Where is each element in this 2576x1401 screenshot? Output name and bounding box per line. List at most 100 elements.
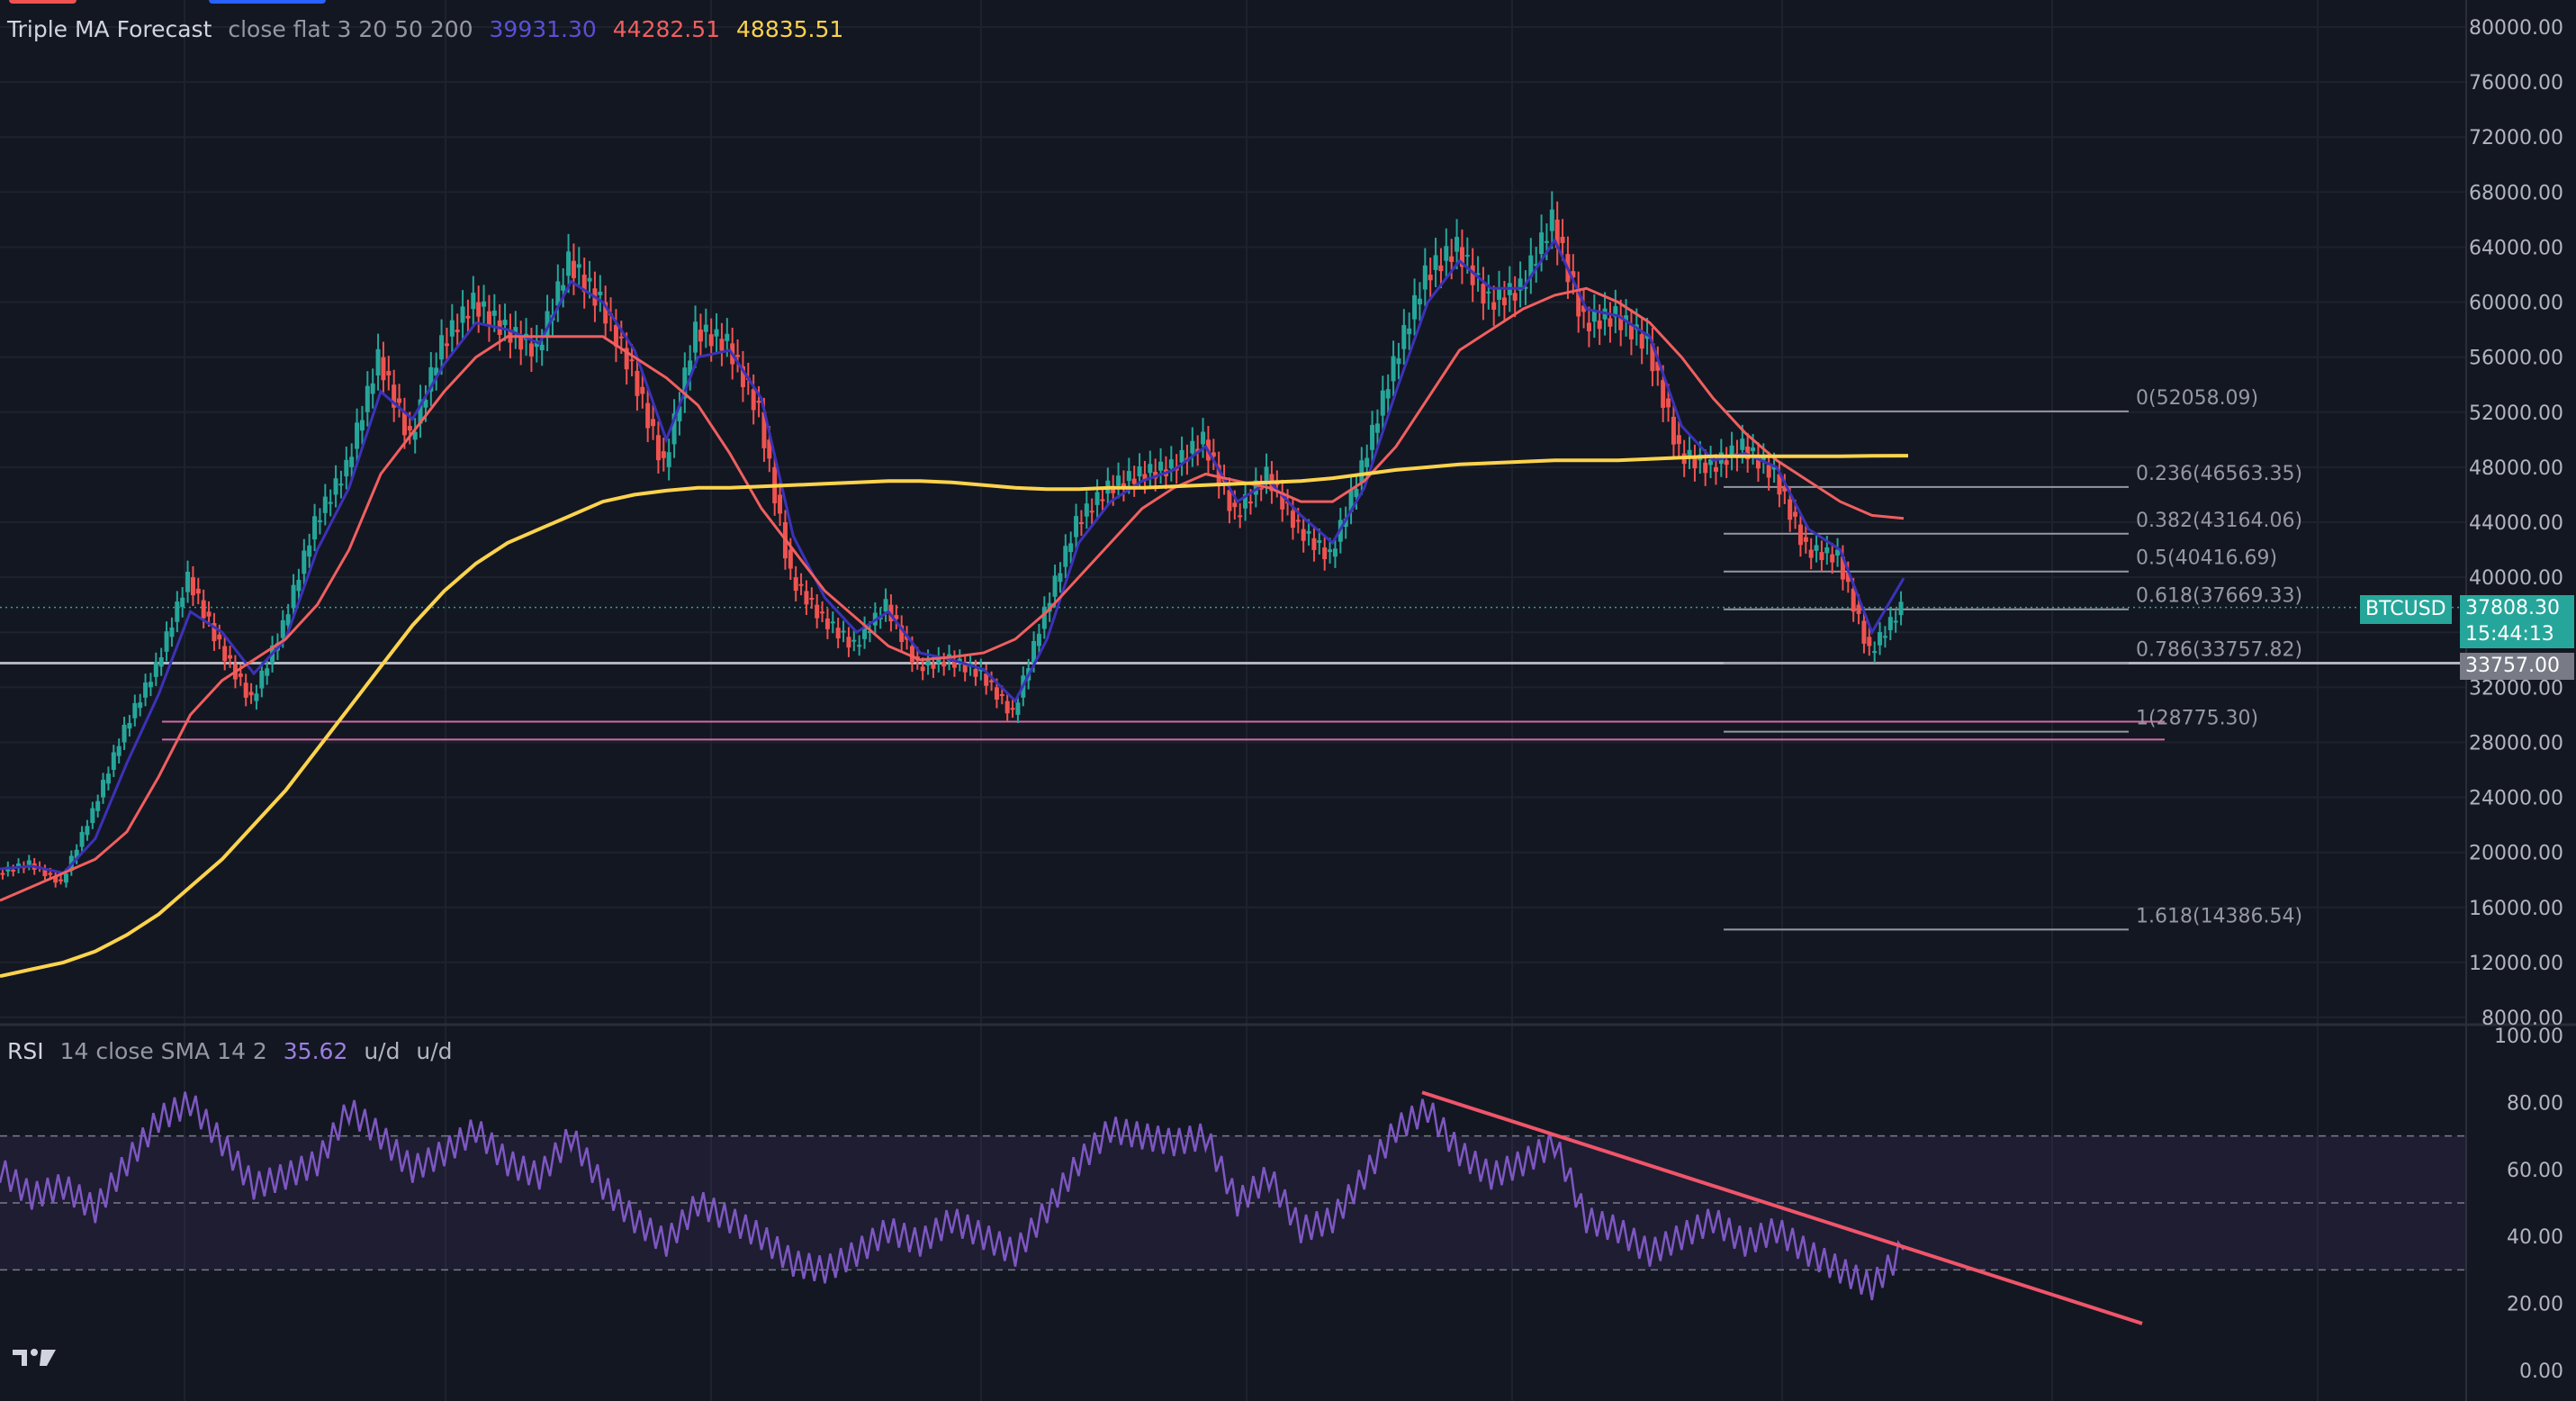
- candle-body: [655, 435, 661, 461]
- candle-body: [280, 619, 285, 638]
- candle-body: [1328, 549, 1333, 553]
- candle-body: [407, 426, 412, 431]
- price-axis-tick: 44000.00: [2469, 512, 2563, 535]
- candle-body: [1692, 457, 1698, 469]
- rsi-axis-tick: 40.00: [2507, 1226, 2563, 1249]
- candle-body: [397, 398, 402, 403]
- tradingview-logo-icon[interactable]: [11, 1344, 58, 1371]
- price-axis-tick: 60000.00: [2469, 293, 2563, 315]
- ma-slow-value: 48835.51: [736, 16, 844, 42]
- candle-body: [994, 687, 999, 700]
- candle-body: [116, 746, 122, 756]
- candle-body: [1100, 499, 1105, 502]
- candle-body: [302, 550, 307, 574]
- candle-body: [561, 285, 566, 291]
- candle-body: [1893, 620, 1898, 623]
- candle-body: [175, 601, 180, 622]
- candle-body: [449, 320, 455, 337]
- candle-body: [1793, 511, 1798, 517]
- candle-body: [1671, 416, 1676, 445]
- fib-level-label: 0.382(43164.06): [2136, 510, 2302, 532]
- candle-body: [1867, 637, 1872, 646]
- candle-body: [1148, 464, 1153, 474]
- candle-body: [793, 577, 798, 592]
- candle-body: [1512, 293, 1518, 301]
- candle-body: [259, 670, 265, 689]
- candle-body: [1628, 325, 1634, 339]
- rsi-legend[interactable]: RSI 14 close SMA 14 2 35.62 u/d u/d: [7, 1038, 462, 1064]
- candle-body: [1137, 466, 1142, 477]
- candle-body: [1078, 522, 1084, 524]
- candle-body: [1597, 320, 1602, 330]
- candle-body: [824, 618, 830, 629]
- candle-body: [973, 668, 978, 677]
- top-badge-blue: [209, 0, 326, 4]
- candle-body: [1433, 255, 1438, 270]
- candle-body: [1068, 543, 1074, 553]
- candle-body: [1227, 490, 1232, 511]
- price-axis-tick: 32000.00: [2469, 677, 2563, 700]
- candle-body: [122, 724, 127, 743]
- price-axis-tick: 76000.00: [2469, 72, 2563, 95]
- rsi-name: RSI: [7, 1038, 44, 1064]
- candle-body: [1158, 461, 1164, 471]
- candle-body: [1824, 547, 1830, 554]
- candle-body: [328, 502, 333, 504]
- indicator-legend[interactable]: Triple MA Forecast close flat 3 20 50 20…: [7, 16, 852, 42]
- candle-body: [1486, 291, 1491, 294]
- symbol-tag: BTCUSD: [2360, 595, 2452, 624]
- candle-body: [381, 357, 386, 381]
- candle-body: [1872, 651, 1878, 654]
- candle-body: [1359, 460, 1365, 483]
- candle-body: [1295, 520, 1301, 522]
- candle-body: [1428, 275, 1433, 281]
- candle-body: [708, 334, 714, 347]
- candle-body: [1586, 322, 1591, 331]
- candle-body: [439, 335, 445, 360]
- indicator-params: close flat 3 20 50 200: [228, 16, 473, 42]
- candle-body: [138, 702, 143, 709]
- candle-body: [666, 452, 671, 467]
- candle-body: [999, 693, 1004, 696]
- candle-body: [1201, 431, 1206, 445]
- indicator-name: Triple MA Forecast: [7, 16, 212, 42]
- chart-canvas[interactable]: 80000.00 76000.00 72000.00 68000.00 64000.00…: [0, 0, 2576, 1401]
- price-axis-tick: 56000.00: [2469, 348, 2563, 370]
- candle-body: [460, 306, 465, 323]
- candle-body: [1851, 588, 1856, 612]
- ma-mid-value: 44282.51: [612, 16, 721, 42]
- candle-body: [307, 545, 312, 557]
- candle-body: [571, 260, 576, 278]
- top-badge-red: [9, 0, 77, 4]
- price-axis-tick: 16000.00: [2469, 898, 2563, 920]
- candle-body: [518, 336, 524, 350]
- last-price-tag: 37808.30: [2460, 595, 2574, 622]
- hline-price-tag: 33757.00: [2460, 653, 2574, 680]
- candle-body: [185, 571, 191, 592]
- candle-body: [1882, 636, 1887, 638]
- candle-body: [359, 420, 365, 431]
- candle-body: [1676, 435, 1681, 445]
- candle-body: [444, 343, 449, 347]
- candle-body: [42, 870, 48, 877]
- candle-body: [698, 330, 703, 342]
- candle-body: [1385, 389, 1391, 399]
- candle-body: [1491, 302, 1497, 311]
- candle-body: [693, 321, 698, 353]
- price-axis-tick: 20000.00: [2469, 843, 2563, 865]
- candle-body: [1661, 380, 1666, 408]
- chart-root[interactable]: 80000.00 76000.00 72000.00 68000.00 64000.00…: [0, 0, 2576, 1401]
- candle-body: [1666, 398, 1671, 408]
- candle-body: [11, 870, 16, 872]
- candle-body: [1010, 708, 1015, 710]
- candle-body: [1238, 515, 1243, 518]
- candle-body: [703, 324, 708, 332]
- candle-body: [127, 723, 132, 729]
- candle-body: [1449, 256, 1455, 262]
- candle-body: [243, 682, 248, 698]
- candle-body: [59, 879, 64, 881]
- candle-body: [1608, 318, 1613, 327]
- candle-body: [79, 832, 85, 847]
- candle-body: [180, 597, 185, 608]
- candle-body: [1455, 237, 1460, 252]
